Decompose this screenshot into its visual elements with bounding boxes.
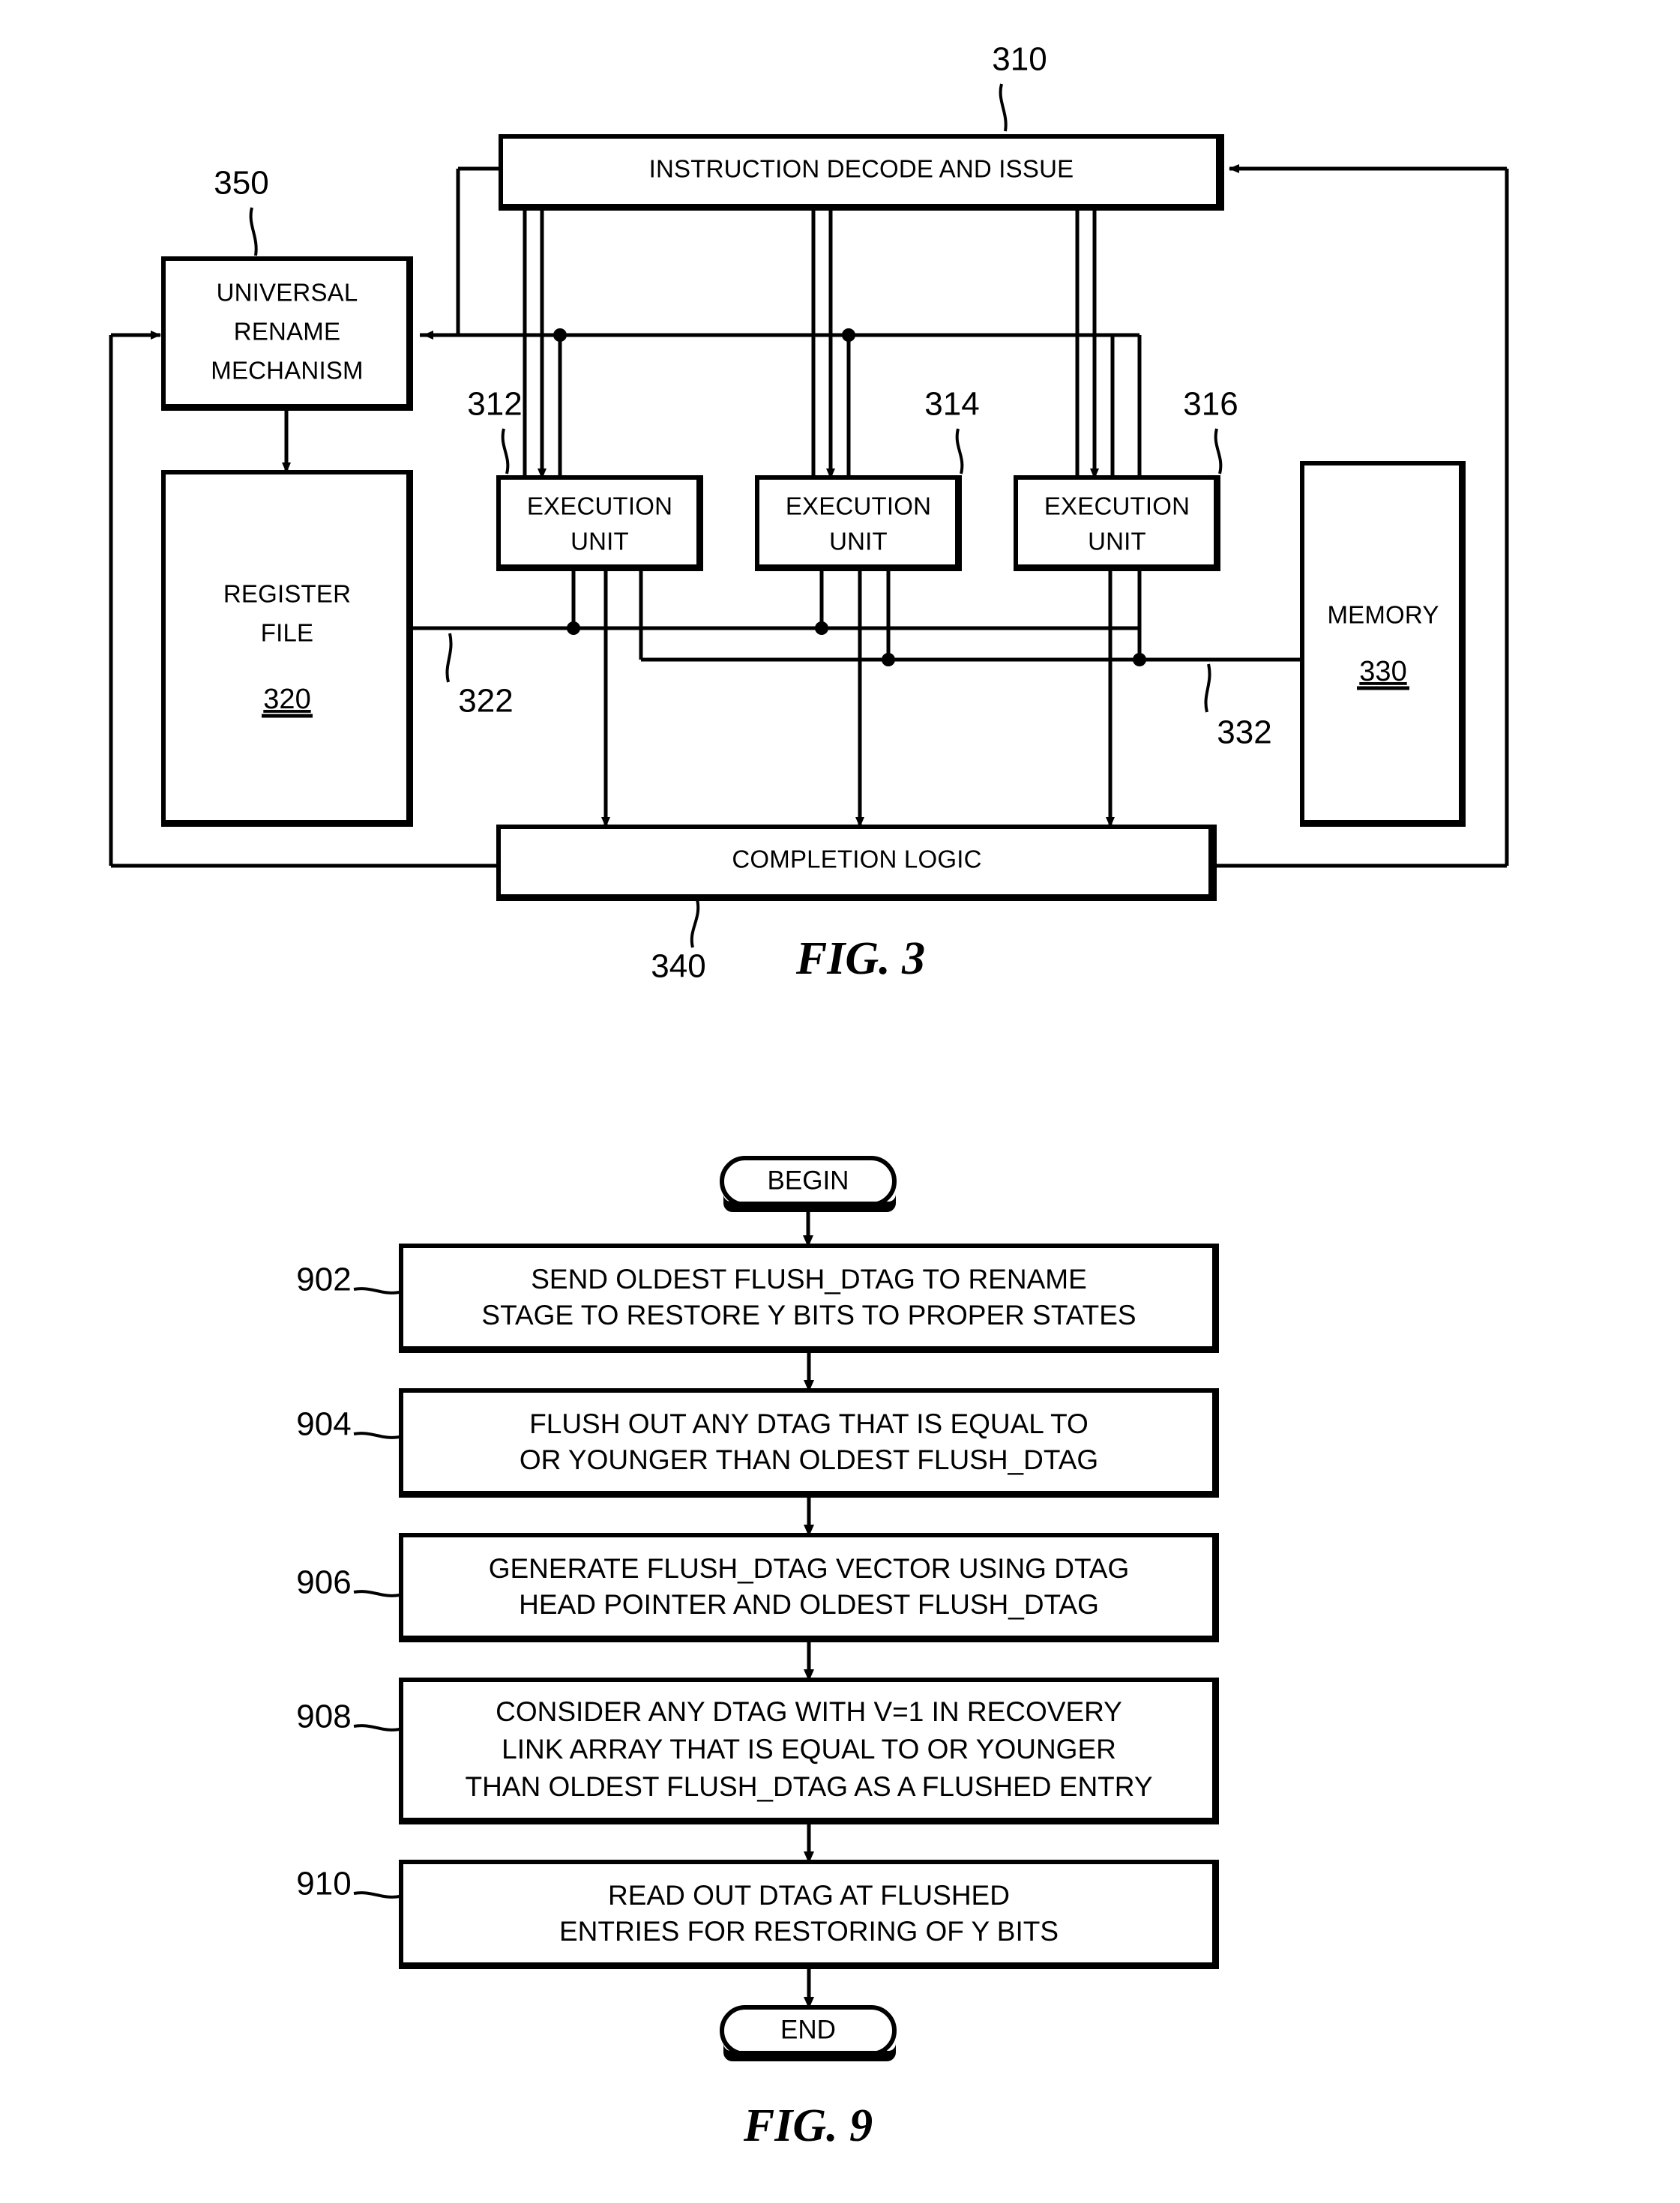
svg-text:ENTRIES FOR RESTORING OF Y BIT: ENTRIES FOR RESTORING OF Y BITS — [559, 1916, 1059, 1947]
svg-text:908: 908 — [296, 1699, 351, 1735]
end-label: END — [780, 2015, 836, 2044]
svg-text:322: 322 — [458, 683, 513, 720]
ref-906: 906 — [296, 1564, 400, 1601]
svg-text:UNIT: UNIT — [1088, 528, 1146, 555]
block-completion-logic: COMPLETION LOGIC — [496, 825, 1217, 901]
ref-322: 322 — [445, 633, 514, 720]
flow-step-902: SEND OLDEST FLUSH_DTAG TO RENAME STAGE T… — [399, 1244, 1219, 1353]
svg-text:REGISTER: REGISTER — [223, 580, 351, 608]
svg-text:GENERATE FLUSH_DTAG VECTOR USI: GENERATE FLUSH_DTAG VECTOR USING DTAG — [489, 1553, 1130, 1584]
begin-label: BEGIN — [768, 1166, 849, 1195]
svg-text:RENAME: RENAME — [234, 318, 340, 346]
ref-904: 904 — [296, 1406, 400, 1443]
svg-text:OR YOUNGER THAN OLDEST FLUSH_D: OR YOUNGER THAN OLDEST FLUSH_DTAG — [520, 1444, 1098, 1475]
svg-text:EXECUTION: EXECUTION — [786, 492, 931, 520]
svg-text:FLUSH OUT ANY DTAG THAT IS EQU: FLUSH OUT ANY DTAG THAT IS EQUAL TO — [529, 1408, 1089, 1439]
figure-9: BEGIN SEND OLDEST FLUSH_DTAG TO RENAME S… — [296, 1156, 1219, 2151]
svg-text:340: 340 — [651, 948, 705, 985]
figure-3: INSTRUCTION DECODE AND ISSUE 310 UNIVERS… — [109, 41, 1509, 985]
svg-text:MEMORY: MEMORY — [1327, 601, 1439, 629]
svg-text:CONSIDER ANY DTAG WITH V=1 IN: CONSIDER ANY DTAG WITH V=1 IN RECOVERY — [496, 1696, 1122, 1727]
block-register-file: REGISTER FILE 320 — [161, 470, 413, 827]
ref-332: 332 — [1204, 663, 1272, 751]
svg-text:902: 902 — [296, 1262, 351, 1298]
svg-text:READ OUT DTAG AT FLUSHED: READ OUT DTAG AT FLUSHED — [608, 1880, 1010, 1911]
svg-text:314: 314 — [924, 386, 979, 423]
svg-text:LINK ARRAY THAT IS EQUAL TO OR: LINK ARRAY THAT IS EQUAL TO OR YOUNGER — [502, 1734, 1116, 1764]
svg-text:350: 350 — [214, 165, 268, 202]
svg-text:SEND OLDEST FLUSH_DTAG TO RENA: SEND OLDEST FLUSH_DTAG TO RENAME — [531, 1264, 1087, 1295]
svg-text:COMPLETION LOGIC: COMPLETION LOGIC — [732, 846, 981, 873]
svg-text:STAGE TO RESTORE Y BITS TO PRO: STAGE TO RESTORE Y BITS TO PROPER STATES — [481, 1300, 1136, 1330]
svg-text:332: 332 — [1217, 714, 1271, 751]
svg-text:HEAD POINTER AND OLDEST FLUSH_: HEAD POINTER AND OLDEST FLUSH_DTAG — [519, 1589, 1099, 1620]
svg-text:904: 904 — [296, 1406, 351, 1443]
ref-340: 340 — [651, 899, 706, 985]
flow-begin-terminator: BEGIN — [720, 1156, 897, 1212]
ref-316: 316 — [1183, 386, 1238, 474]
figure-3-caption: FIG. 3 — [795, 933, 925, 984]
block-memory: MEMORY 330 — [1300, 461, 1466, 827]
decode-label: INSTRUCTION DECODE AND ISSUE — [649, 155, 1074, 183]
flow-step-904: FLUSH OUT ANY DTAG THAT IS EQUAL TO OR Y… — [399, 1388, 1219, 1498]
svg-text:310: 310 — [992, 41, 1047, 78]
block-instruction-decode-and-issue: INSTRUCTION DECODE AND ISSUE — [499, 134, 1224, 211]
svg-text:UNIT: UNIT — [829, 528, 888, 555]
flow-step-906: GENERATE FLUSH_DTAG VECTOR USING DTAG HE… — [399, 1533, 1219, 1642]
svg-text:THAN OLDEST FLUSH_DTAG AS A FL: THAN OLDEST FLUSH_DTAG AS A FLUSHED ENTR… — [465, 1771, 1152, 1802]
block-universal-rename-mechanism: UNIVERSAL RENAME MECHANISM — [161, 256, 413, 411]
flow-step-910: READ OUT DTAG AT FLUSHED ENTRIES FOR RES… — [399, 1860, 1219, 1969]
svg-text:FILE: FILE — [261, 619, 314, 647]
svg-text:UNIT: UNIT — [570, 528, 629, 555]
ref-908: 908 — [296, 1699, 400, 1735]
block-execution-unit-1: EXECUTION UNIT — [496, 475, 703, 571]
svg-text:906: 906 — [296, 1564, 351, 1601]
patent-figure-sheet: INSTRUCTION DECODE AND ISSUE 310 UNIVERS… — [0, 0, 1680, 2203]
svg-text:UNIVERSAL: UNIVERSAL — [217, 279, 358, 307]
flow-step-908: CONSIDER ANY DTAG WITH V=1 IN RECOVERY L… — [399, 1678, 1219, 1824]
svg-text:316: 316 — [1183, 386, 1238, 423]
svg-text:910: 910 — [296, 1866, 351, 1902]
block-execution-unit-2: EXECUTION UNIT — [755, 475, 962, 571]
figure-9-caption: FIG. 9 — [743, 2100, 873, 2151]
register-file-ref: 320 — [263, 684, 310, 715]
ref-902: 902 — [296, 1262, 400, 1298]
ref-314: 314 — [924, 386, 980, 474]
svg-text:312: 312 — [467, 386, 522, 423]
svg-text:MECHANISM: MECHANISM — [211, 357, 363, 385]
flow-end-terminator: END — [720, 2005, 897, 2061]
memory-ref: 330 — [1359, 656, 1406, 687]
ref-910: 910 — [296, 1866, 400, 1902]
block-execution-unit-3: EXECUTION UNIT — [1014, 475, 1220, 571]
ref-310: 310 — [992, 41, 1047, 132]
ref-350: 350 — [214, 165, 269, 256]
ref-312: 312 — [467, 386, 523, 474]
svg-text:EXECUTION: EXECUTION — [527, 492, 672, 520]
svg-text:EXECUTION: EXECUTION — [1044, 492, 1190, 520]
